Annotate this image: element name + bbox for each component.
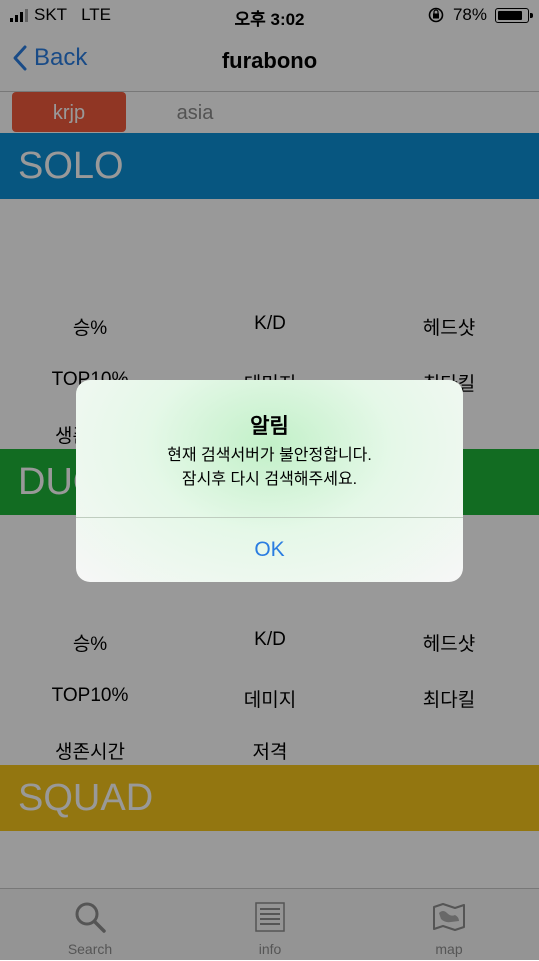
- alert-title: 알림: [250, 415, 289, 438]
- alert-message-line: 잠시후 다시 검색해주세요.: [181, 471, 358, 488]
- ok-button[interactable]: OK: [76, 518, 463, 582]
- alert-message: 현재 검색서버가 불안정합니다. 잠시후 다시 검색해주세요.: [76, 444, 463, 492]
- alert-dialog: 알림 현재 검색서버가 불안정합니다. 잠시후 다시 검색해주세요. OK: [76, 380, 463, 582]
- alert-message-line: 현재 검색서버가 불안정합니다.: [167, 447, 372, 464]
